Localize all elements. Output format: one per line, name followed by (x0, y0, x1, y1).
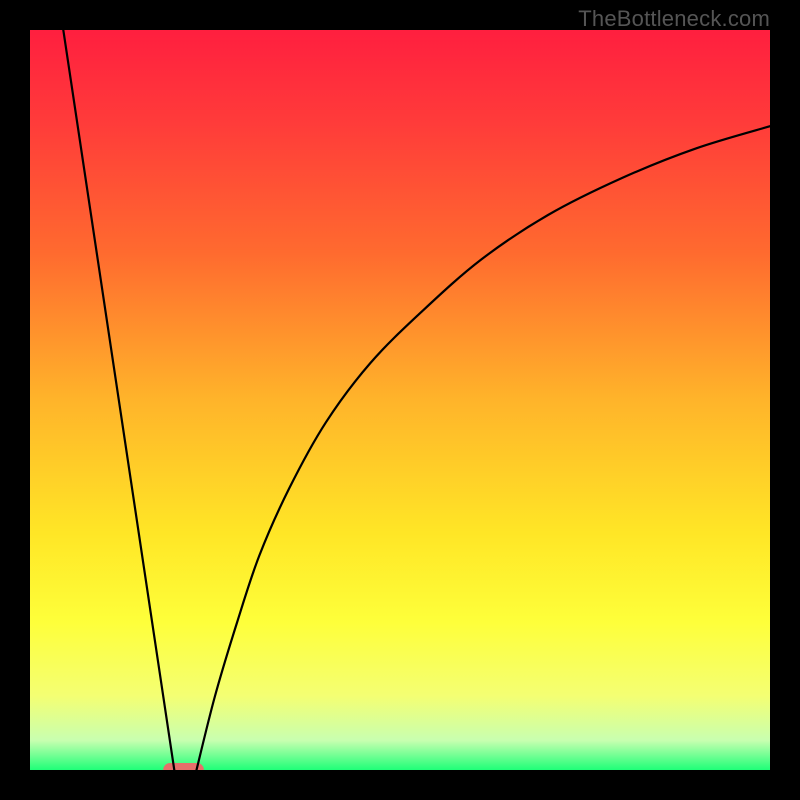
watermark: TheBottleneck.com (578, 6, 770, 32)
plot-frame (30, 30, 770, 770)
bottleneck-chart (30, 30, 770, 770)
gradient-background (30, 30, 770, 770)
